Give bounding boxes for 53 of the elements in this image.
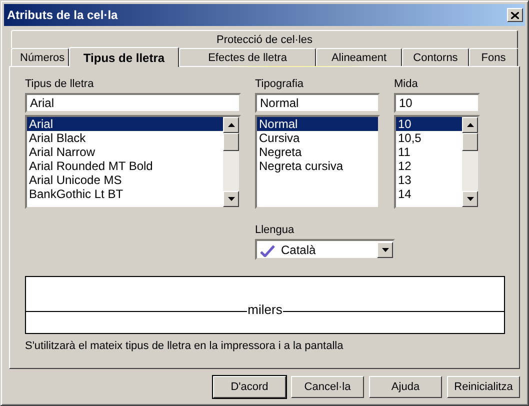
list-item[interactable]: Arial Narrow <box>27 145 223 159</box>
list-item[interactable]: Normal <box>257 117 378 131</box>
list-item[interactable]: 13 <box>396 173 462 187</box>
field-label: Mida <box>394 77 419 92</box>
field-label: Tipus de lletra <box>25 77 95 92</box>
field-label: Tipografia <box>255 77 305 92</box>
scrollbar[interactable] <box>223 117 239 207</box>
preview-text: milers <box>246 303 284 317</box>
dialog-button[interactable]: Reinicialitza <box>447 376 520 398</box>
scrollbar[interactable] <box>462 117 478 207</box>
scrollbar-thumb[interactable] <box>223 133 239 151</box>
list-item[interactable]: Arial Rounded MT Bold <box>27 159 223 173</box>
list-item[interactable]: Cursiva <box>257 131 378 145</box>
scroll-down-icon <box>382 248 388 252</box>
scroll-up-icon <box>466 123 474 127</box>
scrollbar-thumb[interactable] <box>462 133 478 151</box>
field-label: Llengua <box>255 223 296 238</box>
close-button[interactable] <box>507 8 523 22</box>
close-icon <box>511 12 519 18</box>
scroll-down-icon <box>466 197 474 201</box>
input-field[interactable]: Arial <box>25 93 241 113</box>
language-dropdown[interactable]: Català <box>255 239 395 260</box>
scroll-down-button[interactable] <box>223 191 239 207</box>
dropdown-value: Català <box>280 242 317 256</box>
input-field[interactable]: Normal <box>255 93 380 113</box>
list-item[interactable]: Negreta <box>257 145 378 159</box>
scroll-down-icon <box>228 197 234 201</box>
info-text: S'utilitzarà el mateix tipus de lletra en la impressora i a la pantalla <box>25 340 344 352</box>
scroll-up-button[interactable] <box>462 117 478 133</box>
dialog-button[interactable]: D'acord <box>213 376 286 398</box>
list-item[interactable]: Arial Black <box>27 131 223 145</box>
dropdown-button[interactable] <box>377 242 393 258</box>
list-box[interactable]: 10 10,5 11 12 13 14 <box>394 115 480 209</box>
scroll-up-icon <box>228 123 234 127</box>
list-item[interactable]: 14 <box>396 187 462 201</box>
list-item[interactable]: Arial Unicode MS <box>27 173 223 187</box>
list-item[interactable]: Arial <box>27 117 223 131</box>
list-item[interactable]: 10 <box>396 117 462 131</box>
list-item[interactable]: 12 <box>396 159 462 173</box>
list-item[interactable]: BankGothic Lt BT <box>27 187 223 201</box>
list-box[interactable]: Arial Arial Black Arial Narrow Arial Rounded MT Bold Arial Unicode MS BankGothic Lt BT <box>25 115 241 209</box>
spellcheck-icon <box>259 242 277 256</box>
dialog-button[interactable]: Ajuda <box>369 376 442 398</box>
list-box[interactable]: Normal Cursiva Negreta Negreta cursiva <box>255 115 380 209</box>
list-item[interactable]: 11 <box>396 145 462 159</box>
input-field[interactable]: 10 <box>394 93 480 113</box>
scroll-up-button[interactable] <box>223 117 239 133</box>
list-item[interactable]: Negreta cursiva <box>257 159 378 173</box>
tab[interactable]: Números <box>11 48 69 66</box>
dialog-button[interactable]: Cancel·la <box>291 376 364 398</box>
scroll-down-button[interactable] <box>462 191 478 207</box>
window-title: Atributs de la cel·la <box>7 8 118 22</box>
list-item[interactable]: 10,5 <box>396 131 462 145</box>
